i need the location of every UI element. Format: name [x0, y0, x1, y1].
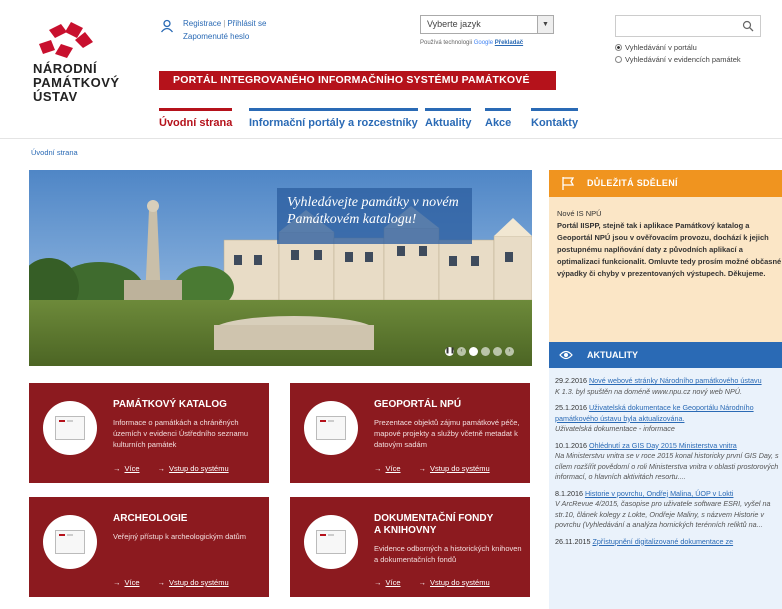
card-title: DOKUMENTAČNÍ FONDY A KNIHOVNY — [374, 513, 494, 536]
search-box[interactable] — [615, 15, 761, 37]
card-footer: → Více → Vstup do systému — [374, 464, 490, 473]
important-notices-panel: DŮLEŽITÁ SDĚLENÍ Nové IS NPÚ Portál IISP… — [549, 170, 782, 345]
enter-system-link[interactable]: Vstup do systému — [430, 464, 490, 473]
pause-icon[interactable]: ❚❚ — [445, 346, 455, 356]
user-links: Registrace | Přihlásit se — [183, 19, 267, 28]
hero-slider-controls: ❚❚ ‹ › — [445, 344, 514, 358]
news-link[interactable]: Nové webové stránky Národního památkovéh… — [589, 376, 762, 385]
news-item: 25.1.2016 Uživatelská dokumentace ke Geo… — [555, 403, 754, 433]
more-link[interactable]: Více — [386, 578, 401, 587]
card-footer: → Více → Vstup do systému — [113, 578, 229, 587]
news-link[interactable]: Zpřístupnění digitalizované dokumentace … — [592, 537, 733, 546]
search-icon[interactable] — [742, 20, 754, 32]
more-link[interactable]: Více — [125, 578, 140, 587]
news-item: 8.1.2016 Historie v povrchu, Ondřej Mali… — [555, 488, 771, 530]
window-icon — [304, 515, 358, 569]
card-description: Veřejný přístup k archeologickým datům — [113, 532, 246, 541]
news-panel: AKTUALITY 29.2.2016 Nové webové stránky … — [549, 342, 782, 609]
translate-link[interactable]: Překladač — [495, 40, 523, 46]
news-link[interactable]: Historie v povrchu, Ondřej Malina, ÚOP v… — [585, 489, 733, 498]
enter-system-link[interactable]: Vstup do systému — [430, 578, 490, 587]
window-icon — [304, 401, 358, 455]
card-title: PAMÁTKOVÝ KATALOG — [113, 399, 227, 410]
news-item: 10.1.2016 Ohlédnutí za GIS Day 2015 Mini… — [555, 440, 779, 482]
news-item: 26.11.2015 Zpřístupnění digitalizované d… — [555, 536, 734, 546]
slide-dot[interactable] — [469, 346, 478, 356]
window-icon — [43, 401, 97, 455]
radio-search-portal[interactable]: Vyhledávání v portálu — [615, 43, 697, 52]
card-title: ARCHEOLOGIE — [113, 513, 188, 524]
nav-contacts[interactable]: Kontakty — [531, 108, 579, 129]
important-notice-text: Nové IS NPÚ Portál IISPP, stejně tak i a… — [557, 209, 782, 278]
nav-news[interactable]: Aktuality — [425, 108, 472, 129]
more-link[interactable]: Více — [386, 464, 401, 473]
more-link[interactable]: Více — [125, 464, 140, 473]
arrow-right-icon: → — [374, 578, 382, 587]
news-list: 29.2.2016 Nové webové stránky Národního … — [555, 376, 781, 553]
arrow-right-icon: → — [374, 464, 382, 473]
news-link[interactable]: Ohlédnutí za GIS Day 2015 Ministerstva v… — [589, 441, 737, 450]
user-icon — [160, 19, 174, 33]
radio-search-evidence[interactable]: Vyhledávání v evidencích památek — [615, 55, 741, 64]
enter-system-link[interactable]: Vstup do systému — [169, 578, 229, 587]
window-icon — [43, 515, 97, 569]
chevron-down-icon: ▼ — [537, 16, 553, 33]
important-notices-header: DŮLEŽITÁ SDĚLENÍ — [549, 170, 782, 197]
card-monument-catalog[interactable]: PAMÁTKOVÝ KATALOG Informace o památkách … — [29, 383, 269, 483]
radio-icon — [615, 56, 622, 63]
nav-portals[interactable]: Informační portály a rozcestníky — [249, 108, 418, 129]
arrow-right-icon: → — [113, 578, 121, 587]
flag-icon — [562, 177, 575, 190]
slide-dot[interactable] — [481, 346, 490, 356]
arrow-right-icon: → — [157, 578, 166, 587]
next-icon[interactable]: › — [505, 346, 514, 356]
nav-home[interactable]: Úvodní strana — [159, 108, 233, 129]
card-documentation-funds[interactable]: DOKUMENTAČNÍ FONDY A KNIHOVNY Evidence od… — [290, 497, 530, 597]
arrow-right-icon: → — [113, 464, 121, 473]
forgot-password-link[interactable]: Zapomenuté heslo — [183, 32, 249, 41]
nav-events[interactable]: Akce — [485, 108, 512, 129]
arrow-right-icon: → — [418, 578, 427, 587]
logo-text: NÁRODNÍ PAMÁTKOVÝ ÚSTAV — [33, 61, 120, 104]
news-item: 29.2.2016 Nové webové stránky Národního … — [555, 376, 762, 396]
login-link[interactable]: Přihlásit se — [227, 19, 266, 28]
google-translate-attribution: Používá technologii Google Překladač — [420, 40, 524, 46]
slide-dot[interactable] — [493, 346, 502, 356]
card-description: Informace o památkách a chráněných území… — [113, 418, 249, 449]
card-footer: → Více → Vstup do systému — [374, 578, 490, 587]
header-divider — [0, 138, 782, 139]
card-geoportal[interactable]: GEOPORTÁL NPÚ Prezentace objektů zájmu p… — [290, 383, 530, 483]
hero-caption[interactable]: Vyhledávejte památky v novém Památkovém … — [277, 188, 472, 244]
portal-banner: PORTÁL INTEGROVANÉHO INFORMAČNÍHO SYSTÉM… — [159, 71, 556, 105]
enter-system-link[interactable]: Vstup do systému — [169, 464, 229, 473]
card-description: Evidence odborných a historických knihov… — [374, 544, 522, 564]
arrow-right-icon: → — [157, 464, 166, 473]
card-footer: → Více → Vstup do systému — [113, 464, 229, 473]
news-header: AKTUALITY — [549, 342, 782, 368]
language-select[interactable]: Vyberte jazyk ▼ — [420, 15, 554, 34]
prev-icon[interactable]: ‹ — [457, 346, 466, 356]
card-description: Prezentace objektů zájmu památkové péče,… — [374, 418, 520, 449]
arrow-right-icon: → — [418, 464, 427, 473]
card-archeology[interactable]: ARCHEOLOGIE Veřejný přístup k archeologi… — [29, 497, 269, 597]
eye-icon — [559, 350, 573, 360]
register-link[interactable]: Registrace — [183, 19, 221, 28]
card-title: GEOPORTÁL NPÚ — [374, 399, 462, 410]
radio-icon — [615, 44, 622, 51]
language-select-value: Vyberte jazyk — [427, 19, 481, 29]
breadcrumb[interactable]: Úvodní strana — [31, 148, 78, 157]
